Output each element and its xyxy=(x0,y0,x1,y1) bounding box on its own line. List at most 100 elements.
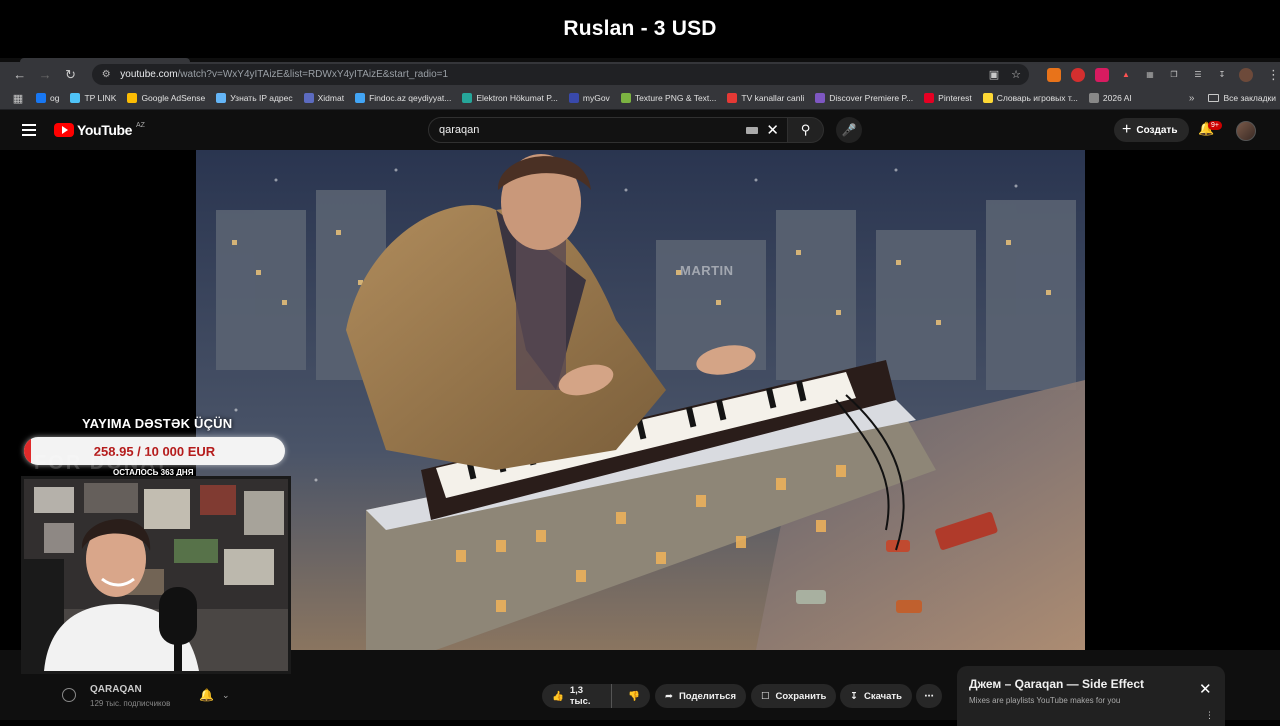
voice-search-button[interactable]: 🎤 xyxy=(836,117,862,143)
bookmark-item[interactable]: Findoc.az qeydiyyat... xyxy=(355,93,451,103)
browser-toolbar: ← → ↻ ⚙ youtube.com/watch?v=WxY4yITAizE&… xyxy=(0,62,1280,87)
bookmark-label: myGov xyxy=(582,93,610,103)
download-button[interactable]: ↧ Скачать xyxy=(840,684,912,708)
browser-chrome: ← → ↻ ⚙ youtube.com/watch?v=WxY4yITAizE&… xyxy=(0,58,1280,110)
bookmark-item[interactable]: Elektron Hökumət P... xyxy=(462,93,558,103)
profile-avatar[interactable] xyxy=(1239,67,1254,82)
search-icon: ⚲ xyxy=(800,122,811,137)
bookmark-favicon-icon xyxy=(815,93,826,103)
bookmarks-overflow-icon[interactable]: » xyxy=(1189,93,1195,104)
url-text[interactable]: youtube.com/watch?v=WxY4yITAizE&list=RDW… xyxy=(120,69,448,80)
bookmark-item[interactable]: Xidmat xyxy=(303,93,345,103)
mix-playlist-panel[interactable]: Джем – Qaraqan — Side Effect Mixes are p… xyxy=(957,666,1225,726)
install-app-icon[interactable]: ▣ xyxy=(989,68,999,81)
like-button[interactable]: 👍 1,3 тыс. xyxy=(542,684,613,708)
search-button[interactable]: ⚲ xyxy=(788,117,824,143)
create-button[interactable]: + Создать xyxy=(1114,118,1190,142)
extensions-puzzle-icon[interactable]: ❐ xyxy=(1167,68,1181,82)
bookmark-label: TP LINK xyxy=(84,93,117,103)
download-icon[interactable]: ↧ xyxy=(1215,68,1229,82)
bookmark-item[interactable]: Texture PNG & Text... xyxy=(620,93,716,103)
extension-grid-icon[interactable]: ▦ xyxy=(1143,68,1157,82)
keyboard-icon[interactable] xyxy=(746,126,759,134)
bookmark-label: Словарь игровых т... xyxy=(996,93,1078,103)
apps-grid-icon[interactable]: ▦ xyxy=(0,92,36,105)
bookmark-favicon-icon xyxy=(36,93,46,103)
create-label: Создать xyxy=(1136,124,1178,136)
plus-icon: + xyxy=(1122,121,1132,138)
account-avatar[interactable] xyxy=(1236,121,1256,141)
bookmark-label: Xidmat xyxy=(317,93,345,103)
bookmark-label: Discover Premiere P... xyxy=(829,93,914,103)
subscriber-count: 129 тыс. подписчиков xyxy=(90,699,171,708)
more-actions-button[interactable]: ⋯ xyxy=(916,684,942,708)
download-arrow-icon: ↧ xyxy=(850,690,858,702)
thumbs-down-icon: 👎 xyxy=(628,690,640,702)
menu-icon[interactable] xyxy=(22,124,36,136)
clear-search-icon[interactable]: ✕ xyxy=(766,121,779,139)
extension-red-icon[interactable] xyxy=(1071,67,1086,82)
video-frame xyxy=(196,150,1085,650)
video-player[interactable]: MARTIN xyxy=(196,150,1085,650)
bookmarks-bar: ▦ og TP LINK Google AdSense Узнать IP адрес… xyxy=(0,87,1280,110)
search-input[interactable]: qaraqan ✕ xyxy=(428,117,788,143)
bookmark-label: Findoc.az qeydiyyat... xyxy=(369,93,452,103)
reload-icon[interactable]: ↻ xyxy=(59,64,82,86)
chevron-down-icon[interactable]: ⌄ xyxy=(222,690,230,701)
search-bar: qaraqan ✕ ⚲ 🎤 xyxy=(428,117,862,143)
channel-name[interactable]: QARAQAN xyxy=(90,684,142,695)
thumbs-up-icon: 👍 xyxy=(552,690,564,702)
extension-arrow-icon[interactable]: ▲ xyxy=(1119,68,1133,82)
bookmark-item[interactable]: Discover Premiere P... xyxy=(815,93,913,103)
address-bar[interactable]: ⚙ youtube.com/watch?v=WxY4yITAizE&list=R… xyxy=(92,64,1030,85)
extension-fox-icon[interactable] xyxy=(1047,67,1062,82)
bookmark-item[interactable]: 2026 AI xyxy=(1088,93,1132,103)
bookmark-favicon-icon xyxy=(982,93,993,103)
save-label: Сохранить xyxy=(775,690,827,702)
bookmark-favicon-icon xyxy=(924,93,935,103)
bookmark-label: Elektron Hökumət P... xyxy=(476,93,558,103)
bookmark-label: Узнать IP адрес xyxy=(230,93,293,103)
bookmark-label: Pinterest xyxy=(938,93,972,103)
extension-pink-icon[interactable] xyxy=(1095,67,1110,82)
folder-icon xyxy=(1208,94,1220,102)
url-path: /watch?v=WxY4yITAizE&list=RDWxY4yITAizE&… xyxy=(177,69,449,80)
dislike-button[interactable]: 👎 xyxy=(618,684,650,708)
webcam-image xyxy=(24,479,288,671)
youtube-logo[interactable]: YouTube AZ xyxy=(54,122,145,138)
more-icon: ⋯ xyxy=(924,690,934,702)
video-watermark: MARTIN xyxy=(680,263,734,278)
bookmark-item[interactable]: Словарь игровых т... xyxy=(982,93,1078,103)
youtube-masthead: YouTube AZ qaraqan ✕ ⚲ 🎤 + Создать 🔔 xyxy=(0,110,1280,150)
bookmark-item[interactable]: Google AdSense xyxy=(127,93,205,103)
download-label: Скачать xyxy=(863,690,902,702)
mix-menu-icon[interactable]: ⋮ xyxy=(1205,710,1214,721)
bookmark-star-icon[interactable]: ☆ xyxy=(1011,68,1021,81)
media-control-icon[interactable]: ☰ xyxy=(1191,68,1205,82)
browser-menu-icon[interactable]: ⋮ xyxy=(1267,67,1280,83)
youtube-play-icon xyxy=(54,123,74,137)
bookmark-item[interactable]: Pinterest xyxy=(924,93,972,103)
site-info-icon[interactable]: ⚙ xyxy=(98,67,114,83)
bookmark-item[interactable]: og xyxy=(36,93,59,103)
back-icon[interactable]: ← xyxy=(8,64,31,86)
bookmark-item[interactable]: TV kanallar canli xyxy=(727,93,804,103)
subscription-bell-icon[interactable]: 🔔 xyxy=(199,688,214,702)
channel-avatar[interactable] xyxy=(62,688,76,702)
share-button[interactable]: ➦ Поделиться xyxy=(655,684,746,708)
webcam-feed xyxy=(21,476,291,674)
all-bookmarks-folder[interactable]: Все закладки xyxy=(1208,93,1276,103)
close-icon[interactable]: ✕ xyxy=(1199,680,1212,698)
bookmark-favicon-icon xyxy=(462,93,473,103)
bookmark-item[interactable]: TP LINK xyxy=(70,93,116,103)
bookmark-favicon-icon xyxy=(727,93,738,103)
bookmark-item[interactable]: myGov xyxy=(568,93,610,103)
like-count: 1,3 тыс. xyxy=(569,685,591,707)
mix-title[interactable]: Джем – Qaraqan — Side Effect xyxy=(969,677,1144,691)
bookmark-item[interactable]: Узнать IP адрес xyxy=(216,93,293,103)
notification-badge: 9+ xyxy=(1208,121,1222,130)
save-button[interactable]: ☐ Сохранить xyxy=(751,684,837,708)
forward-icon[interactable]: → xyxy=(33,64,56,86)
country-code: AZ xyxy=(136,121,145,129)
share-icon: ➦ xyxy=(665,690,673,702)
